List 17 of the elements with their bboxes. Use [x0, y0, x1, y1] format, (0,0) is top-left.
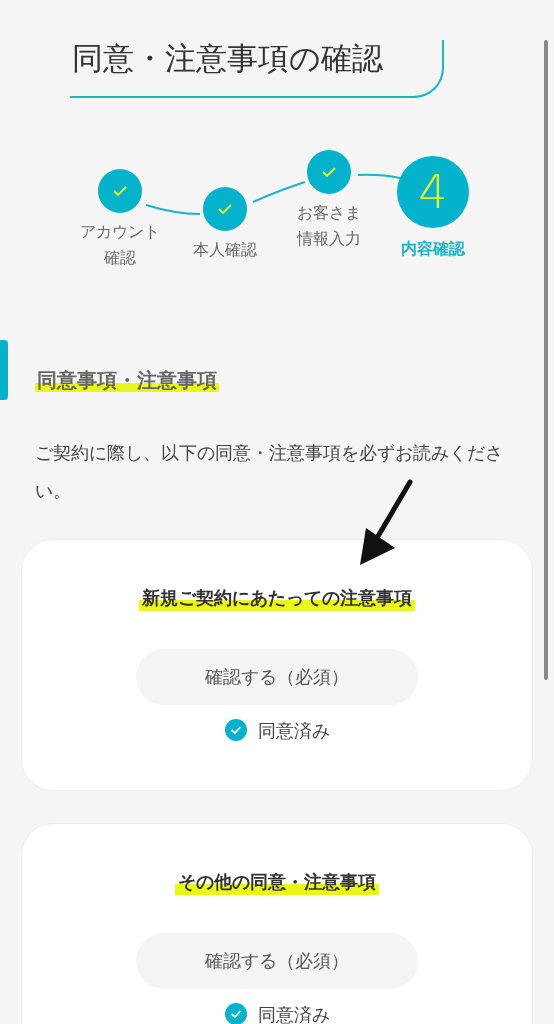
page-title: 同意・注意事項の確認 [72, 40, 384, 78]
section-accent-bar [0, 340, 8, 400]
agreed-status: 同意済み [258, 1002, 330, 1024]
step-label: 本人確認 [192, 239, 258, 261]
step-label: お客さま [296, 202, 362, 224]
confirm-button[interactable]: 確認する（必須） [136, 932, 418, 989]
connector-line [145, 204, 201, 215]
step-label: 確認 [103, 247, 137, 270]
intro-text: ご契約に際し、以下の同意・注意事項を必ずお読みください。 [35, 441, 504, 503]
step-label: アカウント [79, 221, 161, 243]
confirm-button[interactable]: 確認する（必須） [136, 648, 418, 705]
connector-line [357, 173, 401, 179]
step-number: 4 [397, 156, 469, 228]
step-label: 内容確認 [400, 238, 466, 260]
agreed-status: 同意済み [258, 718, 330, 743]
step-label: 情報入力 [295, 228, 362, 251]
connector-line [252, 181, 306, 203]
